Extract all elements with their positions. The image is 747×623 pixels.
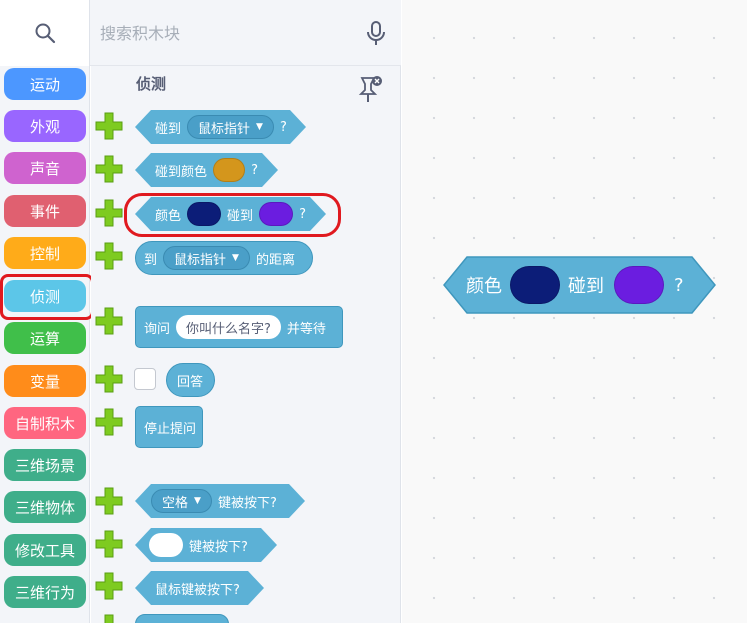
category-my-blocks[interactable]: 自制积木	[4, 407, 86, 439]
block-text: 鼠标键被按下?	[155, 582, 240, 598]
category-label: 三维行为	[14, 583, 75, 602]
chevron-down-icon: ▼	[232, 253, 239, 263]
add-block-icon[interactable]	[93, 197, 125, 229]
chevron-down-icon: ▼	[256, 122, 263, 132]
add-block-icon[interactable]	[93, 305, 125, 337]
key-pressed-blank-block[interactable]: 键被按下?	[135, 528, 277, 562]
key-input[interactable]	[149, 533, 183, 557]
answer-block[interactable]: 回答	[166, 363, 215, 397]
add-block-icon[interactable]	[93, 363, 125, 395]
category-label: 事件	[29, 202, 60, 221]
block-text: 碰到	[568, 276, 604, 297]
partial-block[interactable]	[135, 614, 229, 623]
category-label: 三维物体	[14, 498, 75, 517]
color-picker-2[interactable]	[614, 266, 664, 304]
pin-icon[interactable]	[356, 74, 384, 106]
category-events[interactable]: 事件	[4, 195, 86, 227]
search-icon	[35, 23, 55, 44]
selected-category-highlight	[0, 274, 94, 320]
block-text: ?	[279, 119, 287, 135]
category-operators[interactable]: 运算	[4, 322, 86, 354]
dropdown-value: 鼠标指针	[198, 121, 251, 137]
color-picker-2[interactable]	[259, 202, 293, 226]
color-touching-color-block[interactable]: 颜色 碰到 ?	[135, 197, 326, 231]
category-control[interactable]: 控制	[4, 237, 86, 269]
block-text: 停止提问	[144, 421, 197, 437]
distance-target-dropdown[interactable]: 鼠标指针 ▼	[163, 246, 250, 270]
category-label: 运动	[29, 75, 60, 94]
category-3d-behavior[interactable]: 三维行为	[4, 576, 86, 608]
block-text: ?	[674, 274, 684, 296]
category-variables[interactable]: 变量	[4, 365, 86, 397]
add-block-icon[interactable]	[93, 485, 125, 517]
workspace-color-touching-color-block[interactable]: 颜色 碰到 ?	[443, 256, 716, 314]
category-sound[interactable]: 声音	[4, 152, 86, 184]
answer-monitor-checkbox[interactable]	[134, 368, 156, 390]
block-text: 询问	[144, 321, 171, 337]
block-text: 碰到颜色	[155, 164, 208, 180]
ask-and-wait-block[interactable]: 询问 你叫什么名字? 并等待	[135, 306, 343, 348]
block-text: 回答	[177, 374, 204, 390]
category-3d-scene[interactable]: 三维场景	[4, 449, 86, 481]
category-3d-object[interactable]: 三维物体	[4, 491, 86, 523]
search-bar	[90, 0, 401, 66]
category-label: 运算	[29, 329, 60, 348]
block-text: 键被按下?	[189, 539, 248, 555]
block-text: ?	[251, 162, 258, 178]
chevron-down-icon: ▼	[194, 496, 201, 506]
block-text: 碰到	[227, 208, 254, 224]
palette-title: 侦测	[136, 75, 167, 93]
block-text: 碰到	[155, 121, 182, 137]
input-value: 你叫什么名字?	[186, 321, 271, 337]
add-block-icon[interactable]	[93, 110, 125, 142]
block-text: 颜色	[155, 208, 182, 224]
color-picker[interactable]	[213, 158, 245, 182]
category-label: 修改工具	[14, 541, 75, 560]
question-input[interactable]: 你叫什么名字?	[176, 315, 281, 339]
add-block-icon[interactable]	[93, 153, 125, 185]
category-label: 变量	[29, 372, 60, 391]
color-picker-1[interactable]	[510, 266, 560, 304]
category-modify-tools[interactable]: 修改工具	[4, 534, 86, 566]
block-text: 的距离	[255, 252, 295, 268]
category-motion[interactable]: 运动	[4, 68, 86, 100]
add-block-icon[interactable]	[93, 406, 125, 438]
add-block-icon[interactable]	[93, 528, 125, 560]
stop-asking-block[interactable]: 停止提问	[135, 406, 203, 448]
color-picker-1[interactable]	[187, 202, 221, 226]
touching-target-dropdown[interactable]: 鼠标指针 ▼	[187, 115, 274, 139]
add-block-icon[interactable]	[93, 612, 125, 623]
dropdown-value: 空格	[162, 495, 189, 511]
dropdown-value: 鼠标指针	[174, 252, 227, 268]
category-looks[interactable]: 外观	[4, 110, 86, 142]
key-pressed-block[interactable]: 空格 ▼ 键被按下?	[135, 484, 305, 518]
category-label: 三维场景	[14, 456, 75, 475]
key-dropdown[interactable]: 空格 ▼	[151, 489, 212, 513]
block-text: 键被按下?	[217, 495, 277, 511]
microphone-icon[interactable]	[364, 20, 388, 48]
touching-color-block[interactable]: 碰到颜色 ?	[135, 153, 278, 187]
add-block-icon[interactable]	[93, 570, 125, 602]
add-block-icon[interactable]	[93, 240, 125, 272]
block-text: 并等待	[286, 321, 326, 337]
category-label: 声音	[29, 159, 60, 178]
category-label: 自制积木	[14, 414, 75, 433]
distance-to-block[interactable]: 到 鼠标指针 ▼ 的距离	[135, 241, 313, 275]
touching-block[interactable]: 碰到 鼠标指针 ▼ ?	[135, 110, 306, 144]
search-button[interactable]	[0, 0, 90, 66]
mouse-down-block[interactable]: 鼠标键被按下?	[135, 571, 264, 605]
block-text: 到	[144, 252, 158, 268]
category-label: 控制	[29, 244, 60, 263]
search-input[interactable]	[100, 18, 350, 48]
category-label: 外观	[29, 117, 60, 136]
block-text: 颜色	[466, 276, 502, 297]
block-text: ?	[299, 206, 306, 222]
